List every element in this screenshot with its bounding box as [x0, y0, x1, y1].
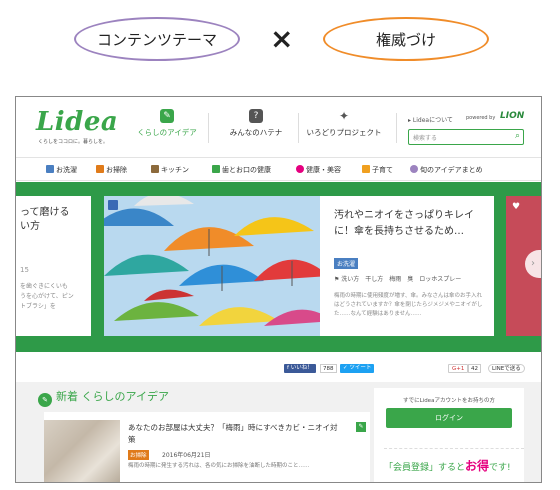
register-promo[interactable]: 「会員登録」するとお得です!	[384, 448, 524, 474]
site-logo[interactable]: Lidea	[36, 107, 118, 137]
social-bar: f いいね！ 788 ✓ ツイート G+1 42 LINEで送る	[16, 352, 541, 382]
divider	[208, 113, 209, 143]
nav-irodori-project[interactable]: ✦ いろどりプロジェクト	[300, 109, 388, 149]
search-placeholder: 検索する	[413, 135, 438, 142]
category-childcare[interactable]: 子育て	[362, 165, 393, 175]
card-title: って磨ける い方	[20, 207, 70, 232]
divider	[396, 113, 397, 143]
authority-label: 権威づけ	[323, 17, 489, 61]
category-kitchen[interactable]: キッチン	[151, 165, 189, 175]
facebook-like-button[interactable]: f いいね！	[284, 364, 316, 373]
article-card[interactable]: あなたのお部屋は大丈夫？「梅雨」時にすべきカビ・ニオイ対策 ✎ お掃除 2016…	[44, 412, 370, 482]
category-seasonal-ideas[interactable]: 旬のアイデアまとめ	[410, 165, 483, 175]
main-card-category[interactable]: お洗濯	[334, 258, 359, 269]
umbrella-photo	[104, 196, 320, 336]
idea-icon: ✎	[160, 109, 174, 123]
login-note: すでにLideaアカウントをお持ちの方	[403, 398, 495, 404]
line-share-button[interactable]: LINEで送る	[488, 364, 525, 373]
times-symbol: ×	[270, 22, 294, 55]
article-date: 2016年06月21日	[162, 452, 211, 459]
caption-area: コンテンツテーマ × 権威づけ	[0, 0, 560, 95]
nav-label: みんなのハテナ	[229, 128, 283, 137]
lower-section: ✎ 新着 くらしのアイデア あなたのお部屋は大丈夫？「梅雨」時にすべきカビ・ニオイ…	[16, 382, 541, 482]
about-label: Lideaについて	[412, 117, 453, 124]
carousel-card-prev[interactable]: って磨ける い方 15 を歯ぐきにくいも うを心がけて、ピン トブラシ」を	[16, 196, 91, 336]
main-card-title: 汚れやニオイをさっぱりキレイに！傘を長持ちさせるため…	[334, 210, 474, 237]
category-health-beauty[interactable]: 健康・美容	[296, 165, 341, 175]
search-input[interactable]: 検索する ⌕	[408, 129, 524, 145]
nav-label: くらしのアイデア	[137, 128, 197, 137]
about-link[interactable]: ▸ Lideaについて	[408, 115, 453, 124]
article-thumbnail	[44, 420, 120, 482]
nav-minna-hatena[interactable]: ? みんなのハテナ	[216, 109, 296, 149]
hero-carousel: って磨ける い方 15 を歯ぐきにくいも うを心がけて、ピン トブラシ」を 汚れ…	[16, 182, 541, 352]
website-screenshot: Lidea くらしをココロに。暮らしを。 ✎ くらしのアイデア ? みんなのハテ…	[15, 96, 542, 483]
site-header: Lidea くらしをココロに。暮らしを。 ✎ くらしのアイデア ? みんなのハテ…	[16, 97, 541, 157]
heart-icon: ♥	[512, 202, 521, 212]
login-button[interactable]: ログイン	[386, 408, 512, 428]
category-bar: お洗濯 お掃除 キッチン 歯とお口の健康 健康・美容 子育て 旬のアイデアまとめ	[16, 157, 541, 181]
card-desc: を歯ぐきにくいも うを心がけて、ピン トブラシ」を	[20, 283, 74, 310]
login-box: すでにLideaアカウントをお持ちの方 ログイン 「会員登録」するとお得です!	[374, 388, 524, 482]
carousel-dots	[256, 342, 296, 352]
sparkle-icon: ✦	[338, 109, 350, 123]
gplus-button[interactable]: G+1	[448, 364, 469, 373]
card-count: 15	[20, 266, 29, 274]
search-icon[interactable]: ⌕	[515, 131, 520, 141]
lion-logo[interactable]: LION	[500, 111, 524, 121]
nav-kurashi-idea[interactable]: ✎ くらしのアイデア	[132, 109, 202, 149]
laundry-tag-icon	[108, 200, 118, 210]
main-card-desc: 梅雨の時期に使用頻度が増す、傘。みなさんは傘のお手入れはどうされていますか？傘を…	[334, 293, 483, 317]
powered-by-text: powered by	[466, 115, 496, 121]
idea-icon: ✎	[38, 393, 52, 407]
content-theme-label: コンテンツテーマ	[74, 17, 240, 61]
article-title[interactable]: あなたのお部屋は大丈夫？「梅雨」時にすべきカビ・ニオイ対策	[128, 422, 342, 446]
category-dental[interactable]: 歯とお口の健康	[212, 165, 271, 175]
nav-label: いろどりプロジェクト	[306, 128, 382, 137]
gplus-count: 42	[468, 364, 481, 373]
category-laundry[interactable]: お洗濯	[46, 165, 77, 175]
divider	[298, 113, 299, 143]
cleaning-icon: ✎	[356, 422, 366, 432]
tweet-button[interactable]: ✓ ツイート	[340, 364, 375, 373]
article-desc: 梅雨の時期に発生する汚れは、各の気にお掃除を油断した時期のこと……	[128, 463, 310, 469]
logo-tagline: くらしをココロに。暮らしを。	[38, 139, 109, 145]
carousel-card-main[interactable]: 汚れやニオイをさっぱりキレイに！傘を長持ちさせるため… お洗濯 ⚑ 洗い方 干し…	[104, 196, 494, 336]
question-icon: ?	[249, 109, 263, 123]
article-category-badge[interactable]: お掃除	[128, 450, 149, 460]
main-card-keywords: ⚑ 洗い方 干し方 梅雨 臭 ロッホスプレー	[334, 276, 462, 283]
like-count: 788	[320, 364, 337, 373]
new-ideas-heading: ✎ 新着 くらしのアイデア	[38, 388, 169, 407]
category-cleaning[interactable]: お掃除	[96, 165, 127, 175]
